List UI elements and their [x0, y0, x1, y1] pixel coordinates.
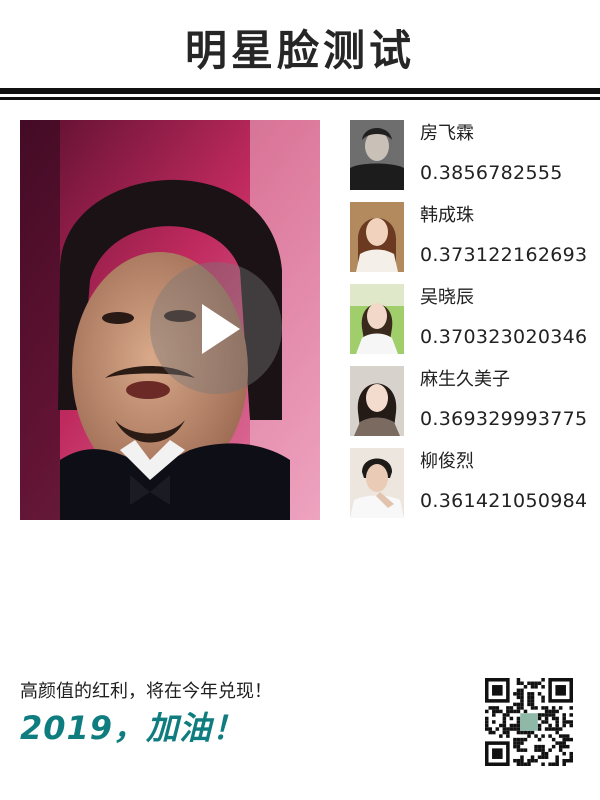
match-avatar [350, 120, 404, 190]
match-avatar [350, 366, 404, 436]
qr-logo [520, 713, 538, 731]
match-item[interactable]: 柳俊烈 0.361421050984 [350, 448, 595, 530]
play-icon [202, 304, 240, 354]
match-name: 房飞霖 [420, 123, 474, 144]
slogan-text: 高颜值的红利，将在今年兑现！ [20, 681, 272, 702]
match-name: 韩成珠 [420, 205, 474, 226]
qr-code-icon [485, 678, 573, 766]
match-item[interactable]: 麻生久美子 0.369329993775 [350, 366, 595, 448]
match-name: 吴晓辰 [420, 287, 474, 308]
match-avatar [350, 202, 404, 272]
match-item[interactable]: 房飞霖 0.3856782555 [350, 120, 595, 202]
cheer-text: 2019，加油！ [20, 709, 246, 747]
match-item[interactable]: 韩成珠 0.373122162693 [350, 202, 595, 284]
match-score: 0.373122162693 [420, 244, 588, 266]
play-button[interactable] [150, 262, 282, 394]
match-score: 0.3856782555 [420, 162, 563, 184]
match-score: 0.370323020346 [420, 326, 588, 348]
match-list: 房飞霖 0.3856782555 韩成珠 0.373122162693 吴晓辰 [350, 120, 595, 530]
match-avatar [350, 448, 404, 518]
match-name: 柳俊烈 [420, 451, 474, 472]
match-score: 0.369329993775 [420, 408, 588, 430]
qr-code[interactable] [485, 678, 573, 766]
match-item[interactable]: 吴晓辰 0.370323020346 [350, 284, 595, 366]
match-name: 麻生久美子 [420, 369, 510, 390]
match-avatar [350, 284, 404, 354]
header-divider-thick [0, 88, 600, 94]
match-score: 0.361421050984 [420, 490, 588, 512]
page-title: 明星脸测试 [184, 26, 415, 75]
header-divider-thin [0, 97, 600, 100]
